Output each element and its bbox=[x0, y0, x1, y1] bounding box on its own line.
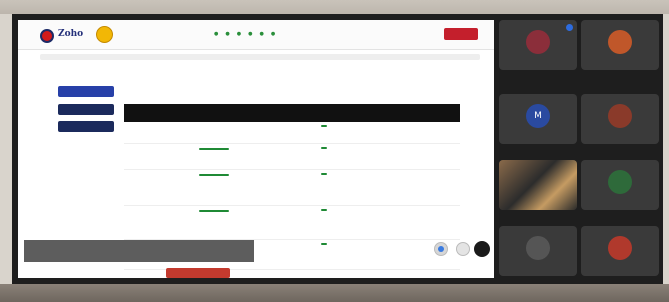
row-inline-button[interactable] bbox=[199, 210, 229, 212]
cell-text bbox=[406, 170, 460, 205]
cell-text bbox=[134, 144, 196, 169]
breadcrumb-bar bbox=[40, 54, 480, 60]
cell-text bbox=[134, 122, 196, 143]
avatar bbox=[608, 30, 632, 54]
row-action-button[interactable] bbox=[321, 243, 327, 245]
column-header bbox=[406, 104, 460, 122]
avatar bbox=[526, 30, 550, 54]
cell-text bbox=[258, 170, 296, 205]
table-header bbox=[124, 104, 460, 122]
cell-red-text bbox=[196, 144, 258, 169]
column-header bbox=[124, 104, 134, 122]
column-header bbox=[258, 104, 296, 122]
cell-text bbox=[406, 122, 460, 143]
cell-red-text bbox=[196, 122, 258, 143]
cell-text bbox=[134, 170, 196, 205]
avatar bbox=[608, 104, 632, 128]
nav-link-1[interactable] bbox=[214, 31, 219, 37]
participant-tile-7[interactable] bbox=[499, 226, 577, 276]
cell-text bbox=[258, 206, 296, 239]
logo-icon bbox=[40, 29, 54, 43]
row-action-button[interactable] bbox=[321, 147, 327, 149]
table-row bbox=[124, 206, 460, 240]
avatar bbox=[608, 170, 632, 194]
mic-icon[interactable] bbox=[474, 241, 490, 257]
avatar: M bbox=[526, 104, 550, 128]
top-nav bbox=[214, 31, 276, 37]
cell-text bbox=[406, 144, 460, 169]
row-index bbox=[124, 122, 134, 143]
participant-tile-8[interactable] bbox=[581, 226, 659, 276]
row-action-button[interactable] bbox=[321, 209, 327, 211]
shared-screen: Zoho bbox=[18, 20, 494, 278]
avatar bbox=[608, 236, 632, 260]
participant-tile-5[interactable] bbox=[499, 160, 577, 210]
pin-icon[interactable] bbox=[566, 24, 573, 31]
cell-text bbox=[296, 144, 318, 169]
row-index bbox=[124, 144, 134, 169]
sidebar-button-3[interactable] bbox=[58, 121, 114, 132]
cell-red-text bbox=[196, 170, 258, 205]
row-status bbox=[366, 206, 406, 239]
cell-text bbox=[296, 240, 318, 269]
nav-link-3[interactable] bbox=[237, 31, 242, 37]
participant-video bbox=[499, 160, 577, 210]
row-status bbox=[366, 170, 406, 205]
nav-link-2[interactable] bbox=[225, 31, 230, 37]
avatar bbox=[526, 236, 550, 260]
column-header bbox=[296, 104, 318, 122]
participant-tile-2[interactable] bbox=[581, 20, 659, 70]
meeting-window: Zoho ● ● ● ● ● ● M bbox=[12, 14, 663, 284]
play-icon[interactable] bbox=[456, 242, 470, 256]
logo-text: Zoho bbox=[58, 29, 84, 39]
column-header bbox=[318, 104, 366, 122]
cell-text bbox=[258, 240, 296, 269]
row-status bbox=[366, 144, 406, 169]
sidebar-button-2[interactable] bbox=[58, 104, 114, 115]
column-header bbox=[366, 104, 406, 122]
row-inline-button[interactable] bbox=[199, 148, 229, 150]
row-index bbox=[124, 170, 134, 205]
row-action-button[interactable] bbox=[321, 173, 327, 175]
row-action-button[interactable] bbox=[321, 125, 327, 127]
cell-text bbox=[406, 240, 460, 269]
cell-text bbox=[406, 206, 460, 239]
cell-red-text bbox=[196, 206, 258, 239]
share-widget-icon[interactable] bbox=[434, 242, 448, 256]
table-row bbox=[124, 122, 460, 144]
cell-text bbox=[296, 206, 318, 239]
monitor-bezel-bottom bbox=[0, 284, 669, 302]
cell-text bbox=[296, 170, 318, 205]
cell-text bbox=[296, 122, 318, 143]
nav-link-4[interactable] bbox=[248, 31, 253, 37]
cell-text bbox=[258, 144, 296, 169]
column-header bbox=[134, 104, 196, 122]
sidebar-button-1[interactable] bbox=[58, 86, 114, 97]
emoji-icon bbox=[96, 26, 113, 43]
participant-tile-4[interactable] bbox=[581, 94, 659, 144]
column-header bbox=[196, 104, 258, 122]
site-header: Zoho bbox=[18, 20, 494, 50]
nav-link-5[interactable] bbox=[260, 31, 265, 37]
monitor-bezel-top bbox=[0, 0, 669, 14]
nav-link-6[interactable] bbox=[271, 31, 276, 37]
red-button[interactable] bbox=[166, 268, 230, 278]
participant-tile-3[interactable]: M bbox=[499, 94, 577, 144]
row-index bbox=[124, 206, 134, 239]
logout-button[interactable] bbox=[444, 28, 478, 40]
cell-text bbox=[134, 206, 196, 239]
participant-tile-1[interactable] bbox=[499, 20, 577, 70]
table-row bbox=[124, 144, 460, 170]
cell-text bbox=[258, 122, 296, 143]
row-status bbox=[366, 122, 406, 143]
participant-tile-6[interactable] bbox=[581, 160, 659, 210]
widget-dot bbox=[438, 246, 444, 252]
table-row bbox=[124, 170, 460, 206]
caption-bar bbox=[24, 240, 254, 262]
row-status bbox=[366, 240, 406, 269]
row-inline-button[interactable] bbox=[199, 174, 229, 176]
